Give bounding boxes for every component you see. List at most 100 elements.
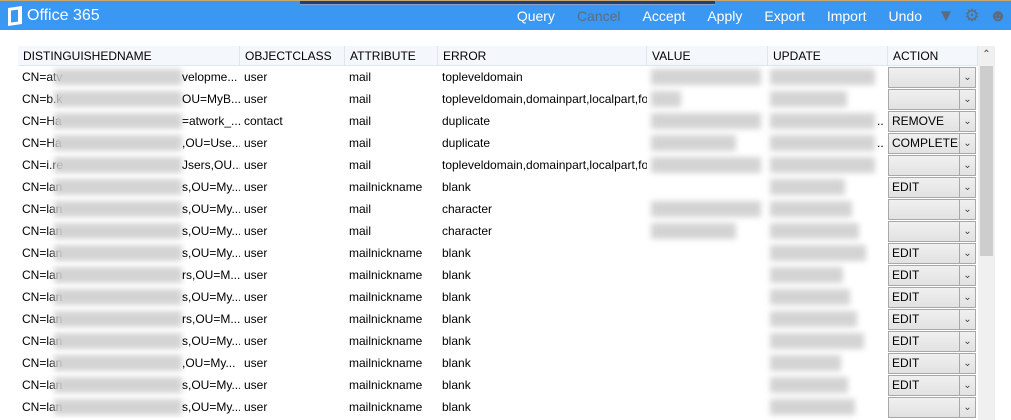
gear-icon[interactable]: ⚙: [963, 7, 981, 25]
column-header-error[interactable]: ERROR: [438, 46, 647, 66]
chevron-down-icon[interactable]: ⌄: [959, 134, 975, 153]
chevron-down-icon[interactable]: ⌄: [959, 332, 975, 351]
import-button[interactable]: Import: [827, 8, 867, 24]
vertical-scrollbar[interactable]: ⌃: [978, 46, 995, 420]
error-cell: topleveldomain: [442, 70, 523, 84]
table-row[interactable]: CN=lan s,OU=My... user mailnickname blank EDI…: [18, 330, 978, 352]
error-cell: blank: [442, 180, 471, 194]
update-tail: [873, 396, 877, 418]
cancel-button[interactable]: Cancel: [577, 8, 621, 24]
dn-cell: CN=lan s,OU=My...: [18, 220, 240, 242]
table-row[interactable]: CN=b.k OU=MyB... user mail topleveldomain,do…: [18, 88, 978, 110]
objectclass-cell: user: [244, 378, 268, 392]
table-row[interactable]: CN=atv velopme... user mail topleveldomain ⌄: [18, 66, 978, 88]
dn-end: =atwork_...: [182, 114, 240, 128]
action-dropdown[interactable]: EDIT ⌄: [888, 331, 976, 352]
scroll-thumb[interactable]: [980, 66, 993, 256]
smiley-icon[interactable]: ☻: [989, 7, 1007, 25]
objectclass-cell: user: [244, 268, 268, 282]
chevron-down-icon[interactable]: ⌄: [959, 222, 975, 241]
action-dropdown[interactable]: ⌄: [888, 155, 976, 176]
column-header-attribute[interactable]: ATTRIBUTE: [345, 46, 438, 66]
column-header-distinguishedname[interactable]: DISTINGUISHEDNAME: [18, 46, 240, 66]
action-dropdown[interactable]: EDIT ⌄: [888, 243, 976, 264]
table-row[interactable]: CN=lan rs,OU=M... user mailnickname blank EDI…: [18, 308, 978, 330]
chevron-down-icon[interactable]: ⌄: [959, 354, 975, 373]
action-dropdown[interactable]: EDIT ⌄: [888, 177, 976, 198]
chevron-down-icon[interactable]: ⌄: [959, 288, 975, 307]
dn-end: s,OU=My...: [182, 180, 240, 194]
dn-cell: CN=lan s,OU=My...: [18, 176, 240, 198]
objectclass-cell: user: [244, 202, 268, 216]
table-row[interactable]: CN=lan s,OU=My... user mail character ⌄: [18, 220, 978, 242]
action-dropdown[interactable]: EDIT ⌄: [888, 375, 976, 396]
action-dropdown[interactable]: ⌄: [888, 221, 976, 242]
action-dropdown[interactable]: REMOVE ⌄: [888, 111, 976, 132]
action-dropdown[interactable]: EDIT ⌄: [888, 265, 976, 286]
column-header-action[interactable]: ACTION: [888, 46, 978, 66]
objectclass-cell: user: [244, 158, 268, 172]
chevron-down-icon[interactable]: ⌄: [959, 398, 975, 417]
dn-end: s,OU=My...: [182, 224, 240, 238]
redacted-update: [770, 113, 875, 129]
dn-end: s,OU=My...: [182, 400, 240, 414]
action-dropdown[interactable]: ⌄: [888, 199, 976, 220]
redacted-value: [651, 223, 736, 239]
chevron-down-icon[interactable]: ⌄: [959, 244, 975, 263]
apply-button[interactable]: Apply: [707, 8, 742, 24]
table-row[interactable]: CN=lan s,OU=My... user mailnickname blank EDI…: [18, 374, 978, 396]
table-row[interactable]: CN=Ha ,OU=Use... user mail duplicate.. COMPLE…: [18, 132, 978, 154]
error-cell: duplicate: [442, 136, 491, 150]
export-button[interactable]: Export: [764, 8, 804, 24]
filter-icon[interactable]: ▼: [937, 7, 955, 25]
dn-cell: CN=lan s,OU=My...: [18, 198, 240, 220]
action-dropdown[interactable]: EDIT ⌄: [888, 287, 976, 308]
chevron-down-icon[interactable]: ⌄: [959, 112, 975, 131]
table-row[interactable]: CN=Ha =atwork_... contact mail duplicate.. RE…: [18, 110, 978, 132]
scroll-up-icon[interactable]: ⌃: [978, 46, 995, 64]
table-row[interactable]: CN=lan s,OU=My... user mailnickname blank EDI…: [18, 286, 978, 308]
table-row[interactable]: CN=lan rs,OU=M... user mailnickname blank EDI…: [18, 264, 978, 286]
dn-cell: CN=lan rs,OU=M...: [18, 308, 240, 330]
chevron-down-icon[interactable]: ⌄: [959, 200, 975, 219]
objectclass-cell: user: [244, 400, 268, 414]
chevron-down-icon[interactable]: ⌄: [959, 266, 975, 285]
action-dropdown[interactable]: EDIT ⌄: [888, 353, 976, 374]
table-row[interactable]: CN=lan ,OU=My... user mailnickname blank EDIT…: [18, 352, 978, 374]
chevron-down-icon[interactable]: ⌄: [959, 310, 975, 329]
dn-cell: CN=Ha ,OU=Use...: [18, 132, 240, 154]
redacted-dn: [54, 355, 182, 371]
chevron-down-icon[interactable]: ⌄: [959, 90, 975, 109]
column-header-update[interactable]: UPDATE: [768, 46, 888, 66]
objectclass-cell: user: [244, 224, 268, 238]
table-row[interactable]: CN=lan s,OU=My... user mailnickname blank EDI…: [18, 176, 978, 198]
action-dropdown[interactable]: ⌄: [888, 89, 976, 110]
action-dropdown[interactable]: COMPLETE ⌄: [888, 133, 976, 154]
table-row[interactable]: CN=lan s,OU=My... user mailnickname blank ⌄: [18, 396, 978, 418]
update-tail: ..: [877, 136, 884, 150]
table-row[interactable]: CN=lan s,OU=My... user mailnickname blank EDI…: [18, 242, 978, 264]
objectclass-cell: user: [244, 334, 268, 348]
dn-cell: CN=i.re Jsers,OU...: [18, 154, 240, 176]
chevron-down-icon[interactable]: ⌄: [959, 68, 975, 87]
chevron-down-icon[interactable]: ⌄: [959, 156, 975, 175]
redacted-dn: [54, 91, 182, 107]
action-dropdown[interactable]: EDIT ⌄: [888, 309, 976, 330]
redacted-dn: [54, 333, 182, 349]
column-header-value[interactable]: VALUE: [647, 46, 768, 66]
undo-button[interactable]: Undo: [889, 8, 922, 24]
table-row[interactable]: CN=lan s,OU=My... user mail character ⌄: [18, 198, 978, 220]
action-dropdown[interactable]: ⌄: [888, 397, 976, 418]
column-header-objectclass[interactable]: OBJECTCLASS: [240, 46, 345, 66]
chevron-down-icon[interactable]: ⌄: [959, 376, 975, 395]
objectclass-cell: user: [244, 180, 268, 194]
action-dropdown[interactable]: ⌄: [888, 67, 976, 88]
table-row[interactable]: CN=i.re Jsers,OU... user mail topleveldomain…: [18, 154, 978, 176]
query-button[interactable]: Query: [517, 8, 555, 24]
accept-button[interactable]: Accept: [643, 8, 686, 24]
dn-end: s,OU=My...: [182, 202, 240, 216]
attribute-cell: mailnickname: [349, 400, 423, 414]
update-tail: [873, 352, 877, 374]
objectclass-cell: user: [244, 290, 268, 304]
chevron-down-icon[interactable]: ⌄: [959, 178, 975, 197]
